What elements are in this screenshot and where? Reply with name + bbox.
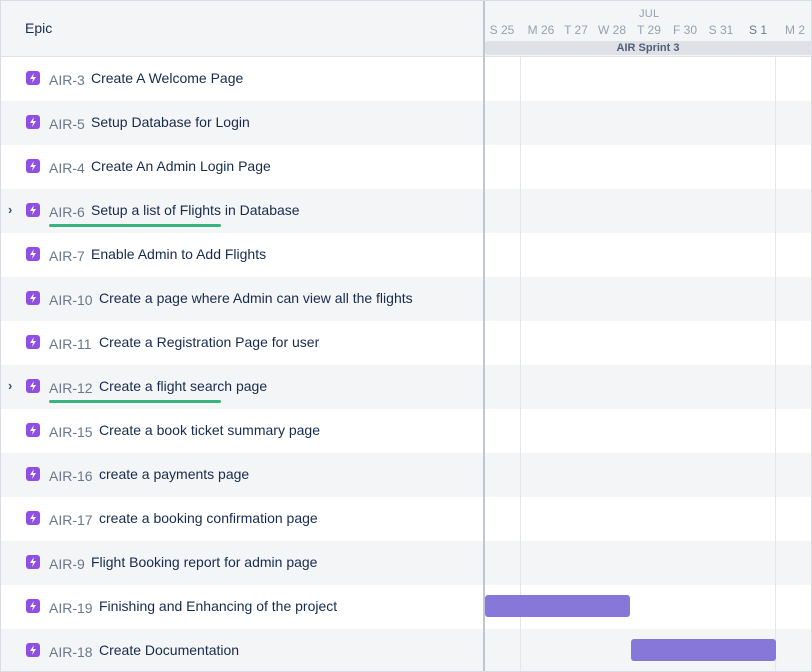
timeline-header: JUL S 25 M 26 T 27 W 28 T 29 F 30 S 31 S… <box>485 1 811 57</box>
epic-icon <box>26 335 40 349</box>
epic-row[interactable]: AIR-15 Create a book ticket summary page <box>1 409 811 453</box>
day-label: M 2 <box>784 23 806 37</box>
progress-bar <box>49 224 221 227</box>
day-label: S 25 <box>489 23 515 37</box>
epic-column-title: Epic <box>25 20 53 36</box>
epic-list: AIR-3 Create A Welcome Page AIR-5 Setup Dat… <box>1 57 811 671</box>
epic-summary[interactable]: Create a flight search page <box>99 378 267 394</box>
epic-icon <box>26 159 40 173</box>
epic-summary[interactable]: Create A Welcome Page <box>91 70 243 86</box>
epic-summary[interactable]: create a booking confirmation page <box>99 510 318 526</box>
sprint-bar[interactable]: AIR Sprint 3 <box>485 41 811 55</box>
epic-row[interactable]: AIR-5 Setup Database for Login <box>1 101 811 145</box>
column-divider[interactable] <box>483 1 485 671</box>
epic-key[interactable]: AIR-12 <box>49 380 93 396</box>
day-label: M 26 <box>527 23 555 37</box>
epic-summary[interactable]: Setup a list of Flights in Database <box>91 202 300 218</box>
day-label: S 31 <box>708 23 734 37</box>
chevron-right-icon[interactable]: › <box>8 378 20 394</box>
day-label: S 1 <box>748 23 768 37</box>
epic-key[interactable]: AIR-9 <box>49 556 85 572</box>
epic-key[interactable]: AIR-3 <box>49 72 85 88</box>
epic-icon <box>26 379 40 393</box>
timeline-bar-air-18[interactable] <box>631 639 776 661</box>
epic-icon <box>26 247 40 261</box>
epic-icon <box>26 203 40 217</box>
epic-key[interactable]: AIR-10 <box>49 292 93 308</box>
epic-summary[interactable]: create a payments page <box>99 466 249 482</box>
epic-row[interactable]: AIR-17 create a booking confirmation page <box>1 497 811 541</box>
day-label: W 28 <box>597 23 627 37</box>
day-label: F 30 <box>672 23 698 37</box>
chevron-right-icon[interactable]: › <box>8 202 20 218</box>
epic-key[interactable]: AIR-6 <box>49 204 85 220</box>
epic-column-header: Epic <box>1 1 483 57</box>
today-grid-line <box>520 57 521 671</box>
epic-row[interactable]: AIR-7 Enable Admin to Add Flights <box>1 233 811 277</box>
epic-icon <box>26 511 40 525</box>
epic-summary[interactable]: Create a Registration Page for user <box>99 334 319 350</box>
epic-row[interactable]: AIR-3 Create A Welcome Page <box>1 57 811 101</box>
epic-key[interactable]: AIR-16 <box>49 468 93 484</box>
epic-icon <box>26 71 40 85</box>
epic-key[interactable]: AIR-7 <box>49 248 85 264</box>
epic-icon <box>26 115 40 129</box>
epic-summary[interactable]: Flight Booking report for admin page <box>91 554 317 570</box>
epic-summary[interactable]: Create Documentation <box>99 642 239 658</box>
epic-icon <box>26 467 40 481</box>
sprint-label: AIR Sprint 3 <box>616 42 680 54</box>
epic-icon <box>26 291 40 305</box>
week-grid-line <box>775 57 776 671</box>
epic-summary[interactable]: Create a page where Admin can view all t… <box>99 290 413 306</box>
day-label: T 29 <box>637 23 661 37</box>
timeline-view: Epic JUL S 25 M 26 T 27 W 28 T 29 F 30 S… <box>0 0 812 672</box>
epic-key[interactable]: AIR-17 <box>49 512 93 528</box>
epic-row[interactable]: AIR-9 Flight Booking report for admin pag… <box>1 541 811 585</box>
epic-summary[interactable]: Create An Admin Login Page <box>91 158 271 174</box>
epic-row[interactable]: › AIR-6 Setup a list of Flights in Databas… <box>1 189 811 233</box>
epic-icon <box>26 423 40 437</box>
epic-row[interactable]: AIR-16 create a payments page <box>1 453 811 497</box>
epic-row[interactable]: AIR-10 Create a page where Admin can view… <box>1 277 811 321</box>
epic-key[interactable]: AIR-11 <box>49 336 92 352</box>
epic-row[interactable]: AIR-11 Create a Registration Page for use… <box>1 321 811 365</box>
epic-icon <box>26 555 40 569</box>
epic-row[interactable]: › AIR-12 Create a flight search page <box>1 365 811 409</box>
epic-row[interactable]: AIR-19 Finishing and Enhancing of the pro… <box>1 585 811 629</box>
epic-key[interactable]: AIR-4 <box>49 160 85 176</box>
epic-summary[interactable]: Setup Database for Login <box>91 114 250 130</box>
progress-bar <box>49 400 221 403</box>
month-label: JUL <box>639 8 660 20</box>
epic-icon <box>26 599 40 613</box>
epic-summary[interactable]: Finishing and Enhancing of the project <box>99 598 337 614</box>
epic-icon <box>26 643 40 657</box>
day-label: T 27 <box>564 23 588 37</box>
epic-key[interactable]: AIR-15 <box>49 424 93 440</box>
epic-key[interactable]: AIR-5 <box>49 116 85 132</box>
epic-key[interactable]: AIR-19 <box>49 600 93 616</box>
epic-key[interactable]: AIR-18 <box>49 644 93 660</box>
epic-summary[interactable]: Create a book ticket summary page <box>99 422 320 438</box>
epic-summary[interactable]: Enable Admin to Add Flights <box>91 246 266 262</box>
timeline-bar-air-19[interactable] <box>485 595 630 617</box>
epic-row[interactable]: AIR-4 Create An Admin Login Page <box>1 145 811 189</box>
